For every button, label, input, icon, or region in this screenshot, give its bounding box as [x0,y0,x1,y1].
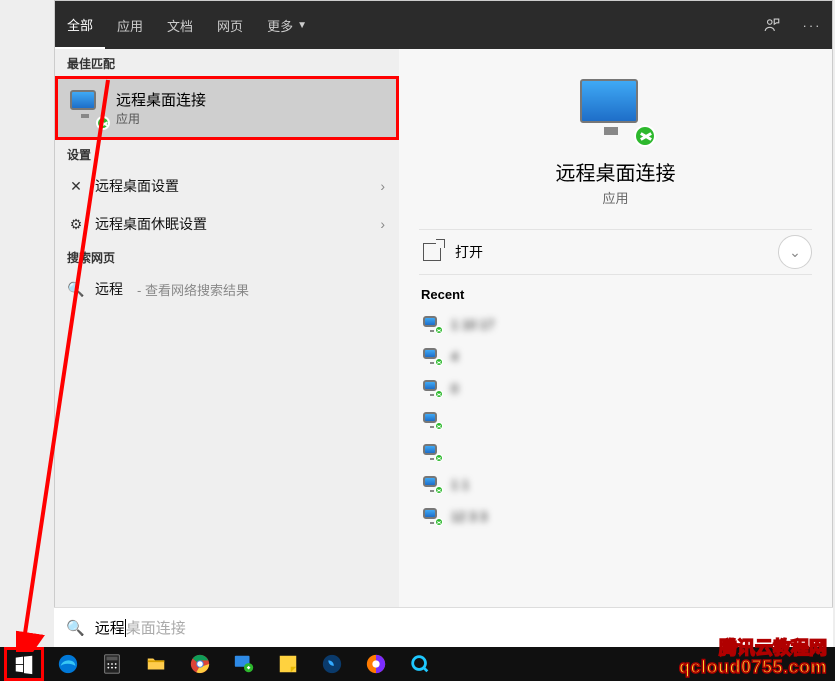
calculator-icon [101,653,123,675]
recent-item-label: 0 [451,381,458,396]
folder-icon [145,653,167,675]
recent-item-label: 4 [451,349,458,364]
best-match-subtitle: 应用 [116,110,206,127]
expand-button[interactable]: ⌄ [778,235,812,269]
remote-desktop-icon [423,380,441,396]
recent-item-label: 1 1 [451,477,469,492]
best-match-item[interactable]: 远程桌面连接 应用 [55,76,399,140]
remote-desktop-icon [233,653,255,675]
edge-icon [57,653,79,675]
search-box[interactable]: 🔍 远程桌面连接 [54,607,833,647]
recent-item-label: 12 3 3 [451,509,487,524]
note-icon [277,653,299,675]
recent-item[interactable]: 1 10 17 [419,308,812,340]
tab-docs[interactable]: 文档 [155,1,205,49]
preview-subtitle: 应用 [602,188,628,207]
remote-desktop-icon [423,508,441,524]
chevron-right-icon: › [380,178,385,194]
remote-desktop-icon [423,412,441,428]
taskbar-app-color[interactable] [356,647,396,681]
recent-item[interactable]: 0 [419,372,812,404]
ellipsis-icon: ··· [803,18,822,33]
settings-item-label: 远程桌面设置 [95,176,370,196]
feedback-button[interactable] [752,1,792,49]
section-best-match: 最佳匹配 [55,49,399,76]
remote-desktop-icon [423,348,441,364]
tab-docs-label: 文档 [167,16,193,35]
recent-item[interactable]: 4 [419,340,812,372]
search-icon: 🔍 [66,619,85,637]
taskbar-explorer[interactable] [136,647,176,681]
search-suggestion-ghost: 桌面连接 [126,617,186,638]
remote-desktop-icon [423,444,441,460]
taskbar-app-blue[interactable] [312,647,352,681]
web-search-query: 远程 [95,279,123,299]
chevron-down-icon: ⌄ [789,244,801,261]
recent-item[interactable] [419,404,812,436]
taskbar-edge[interactable] [48,647,88,681]
open-action[interactable]: 打开 ⌄ [419,229,812,275]
windows-logo-icon [13,653,35,675]
recent-header: Recent [421,287,812,302]
tab-web[interactable]: 网页 [205,1,255,49]
taskbar-sticky-notes[interactable] [268,647,308,681]
taskbar-chrome[interactable] [180,647,220,681]
chrome-icon [189,653,211,675]
web-search-hint: - 查看网络搜索结果 [137,280,249,299]
chevron-right-icon: › [380,216,385,232]
tab-apps[interactable]: 应用 [105,1,155,49]
settings-item-remote-desktop[interactable]: ✕ 远程桌面设置 › [55,167,399,205]
section-settings: 设置 [55,140,399,167]
tab-more[interactable]: 更多 ▼ [255,1,319,49]
tab-apps-label: 应用 [117,16,143,35]
best-match-title: 远程桌面连接 [116,89,206,110]
tab-all[interactable]: 全部 [55,1,105,49]
circle-app-icon [321,653,343,675]
open-label: 打开 [455,242,483,262]
preview-title: 远程桌面连接 [556,157,676,186]
remote-desktop-icon [423,476,441,492]
search-typed-text: 远程 [95,617,125,638]
remote-desktop-icon [423,316,441,332]
more-options-button[interactable]: ··· [792,1,832,49]
recent-item[interactable]: 1 1 [419,468,812,500]
recent-item[interactable]: 12 3 3 [419,500,812,532]
remote-desktop-icon [580,79,652,143]
settings-item-label: 远程桌面休眠设置 [95,214,370,234]
remote-desktop-icon [70,90,106,126]
taskbar-remote-desktop[interactable] [224,647,264,681]
taskbar-app-q[interactable] [400,647,440,681]
person-feedback-icon [763,16,781,34]
start-button[interactable] [4,647,44,681]
section-search-web: 搜索网页 [55,243,399,270]
tab-more-label: 更多 [267,16,293,35]
settings-item-icon: ⚙ [67,216,85,233]
q-app-icon [409,653,431,675]
settings-item-remote-sleep[interactable]: ⚙ 远程桌面休眠设置 › [55,205,399,243]
tab-all-label: 全部 [67,15,93,34]
open-icon [423,243,441,261]
tab-web-label: 网页 [217,16,243,35]
recent-item[interactable] [419,436,812,468]
search-icon: 🔍 [67,281,85,298]
color-circle-icon [365,653,387,675]
taskbar-calculator[interactable] [92,647,132,681]
web-search-item[interactable]: 🔍 远程 - 查看网络搜索结果 [55,270,399,308]
chevron-down-icon: ▼ [297,20,307,31]
settings-item-icon: ✕ [67,178,85,195]
recent-item-label: 1 10 17 [451,317,494,332]
